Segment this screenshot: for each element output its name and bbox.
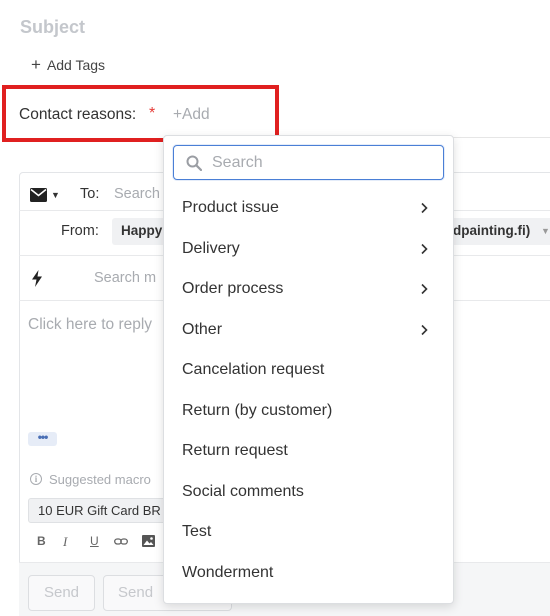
reason-item-label: Product issue: [182, 199, 279, 216]
reason-item-label: Cancelation request: [182, 361, 325, 378]
link-icon[interactable]: [114, 536, 128, 548]
chevron-right-icon: [421, 243, 428, 255]
reason-item-order-process[interactable]: Order process: [164, 269, 453, 309]
reason-item-label: Order process: [182, 280, 284, 297]
plus-icon: +: [31, 55, 41, 74]
macro-search-input[interactable]: Search m: [94, 270, 156, 286]
suggested-macros-label: Suggested macro: [49, 472, 151, 487]
channel-dropdown-icon[interactable]: ▼: [51, 190, 60, 200]
add-tags-label: Add Tags: [46, 57, 106, 73]
underline-button[interactable]: U: [90, 534, 99, 548]
italic-button[interactable]: I: [63, 534, 67, 550]
dropdown-search-field[interactable]: [173, 145, 444, 180]
reason-item-return-by-customer[interactable]: Return (by customer): [164, 391, 453, 431]
required-indicator: *: [149, 105, 156, 122]
reason-item-wonderment[interactable]: Wonderment: [164, 553, 453, 593]
show-more-button[interactable]: •••: [28, 431, 57, 446]
reason-item-product-issue[interactable]: Product issue: [164, 188, 453, 228]
from-dropdown-icon[interactable]: ▼: [541, 226, 550, 236]
lightning-bolt-icon[interactable]: [31, 270, 43, 287]
from-label: From:: [61, 223, 99, 239]
to-label: To:: [80, 186, 100, 202]
reason-item-return-request[interactable]: Return request: [164, 431, 453, 471]
reason-item-label: Other: [182, 321, 223, 338]
reason-item-delivery[interactable]: Delivery: [164, 229, 453, 269]
bold-button[interactable]: B: [37, 534, 46, 548]
from-address-domain: dpainting.fi): [453, 223, 531, 238]
send-button[interactable]: Send: [28, 575, 95, 611]
email-channel-icon[interactable]: [30, 188, 47, 202]
chevron-right-icon: [421, 202, 428, 214]
reason-item-label: Delivery: [182, 240, 240, 257]
reason-item-test[interactable]: Test: [164, 512, 453, 552]
reply-body-editor[interactable]: Click here to reply: [28, 316, 152, 334]
contact-reasons-label: Contact reasons:: [19, 106, 137, 123]
add-contact-reason-button[interactable]: +Add: [173, 106, 210, 124]
reason-item-label: Return request: [182, 442, 288, 459]
reason-item-cancelation-request[interactable]: Cancelation request: [164, 350, 453, 390]
dropdown-search-input[interactable]: [212, 151, 437, 175]
chevron-right-icon: [421, 324, 428, 336]
search-icon: [186, 155, 202, 171]
reason-item-label: Social comments: [182, 483, 304, 500]
info-icon: i: [30, 473, 42, 485]
reason-item-label: Test: [182, 523, 212, 540]
add-tags-button[interactable]: + Add Tags: [31, 55, 106, 74]
subject-field[interactable]: Subject: [20, 17, 85, 38]
to-recipient-input[interactable]: Search: [114, 186, 160, 202]
from-address-name: Happy: [121, 223, 163, 238]
reason-item-label: Wonderment: [182, 564, 274, 581]
reason-item-label: Return (by customer): [182, 402, 333, 419]
chevron-right-icon: [421, 283, 428, 295]
reason-item-social-comments[interactable]: Social comments: [164, 472, 453, 512]
suggested-macro-label: 10 EUR Gift Card BR: [38, 503, 161, 518]
contact-reasons-dropdown: Product issue Delivery Order process Oth…: [163, 135, 454, 604]
image-icon[interactable]: [142, 535, 155, 547]
reason-item-other[interactable]: Other: [164, 310, 453, 350]
